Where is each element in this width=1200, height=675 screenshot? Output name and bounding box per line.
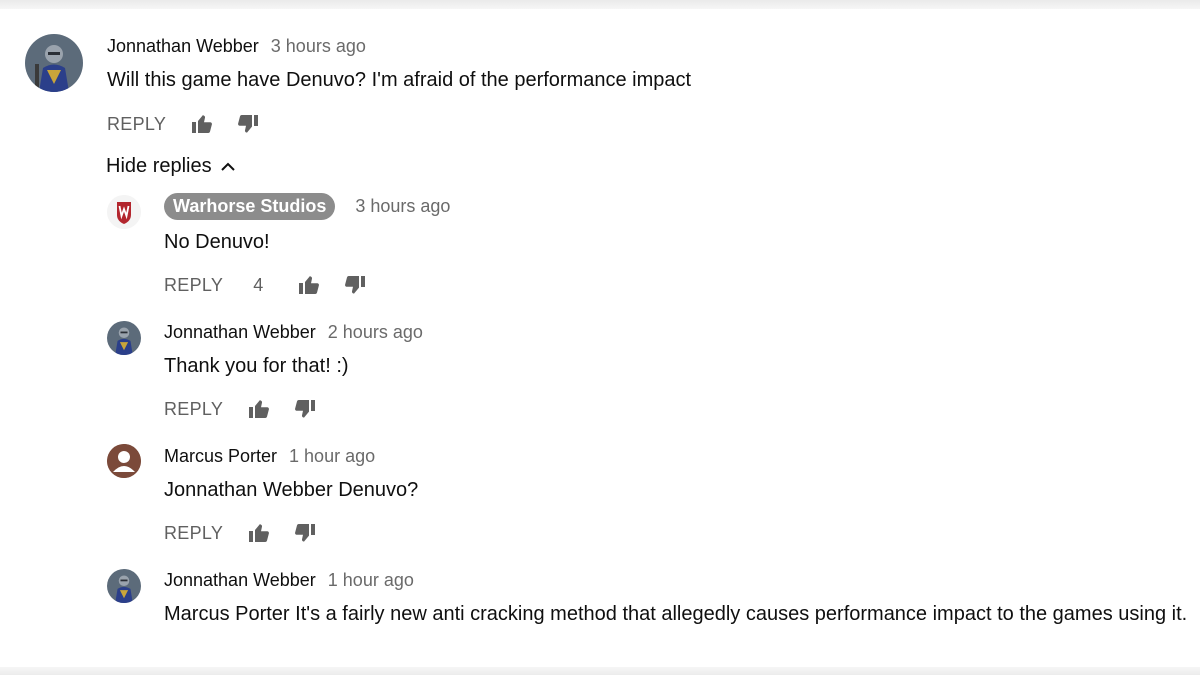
- comment-actions: REPLY: [107, 112, 260, 136]
- comment-header: Jonnathan Webber 3 hours ago: [107, 36, 366, 57]
- bottom-divider: [0, 667, 1200, 675]
- warhorse-logo-avatar[interactable]: [107, 195, 141, 229]
- top-divider: [0, 0, 1200, 9]
- knight-avatar[interactable]: [107, 321, 141, 355]
- thumbs-up-icon[interactable]: [247, 397, 271, 421]
- reply-text: Thank you for that! :): [164, 355, 349, 377]
- timestamp[interactable]: 3 hours ago: [271, 36, 366, 57]
- reply-actions: REPLY: [164, 397, 317, 421]
- thumbs-up-icon[interactable]: [297, 273, 321, 297]
- timestamp[interactable]: 2 hours ago: [328, 322, 423, 343]
- thumbs-down-icon[interactable]: [236, 112, 260, 136]
- thumbs-up-icon[interactable]: [247, 521, 271, 545]
- reply-header: Warhorse Studios 3 hours ago: [164, 193, 450, 220]
- thumbs-down-icon[interactable]: [293, 397, 317, 421]
- reply-text: Marcus Porter It's a fairly new anti cra…: [164, 603, 1188, 625]
- chevron-up-icon: [220, 162, 235, 171]
- author-name[interactable]: Marcus Porter: [164, 446, 277, 467]
- hide-replies-button[interactable]: Hide replies: [106, 155, 236, 178]
- reply-text: Jonnathan Webber Denuvo?: [164, 479, 419, 501]
- reply-header: Marcus Porter 1 hour ago: [164, 446, 375, 467]
- knight-avatar[interactable]: [107, 569, 141, 603]
- knight-avatar[interactable]: [25, 34, 83, 92]
- like-count: 4: [253, 274, 264, 295]
- reply-header: Jonnathan Webber 1 hour ago: [164, 570, 414, 591]
- thumbs-down-icon[interactable]: [293, 521, 317, 545]
- timestamp[interactable]: 1 hour ago: [289, 446, 375, 467]
- reply-button[interactable]: REPLY: [107, 114, 166, 135]
- default-user-avatar[interactable]: [107, 444, 141, 478]
- comment-text: Will this game have Denuvo? I'm afraid o…: [107, 69, 692, 91]
- reply-actions: REPLY 4: [164, 273, 367, 297]
- channel-owner-badge[interactable]: Warhorse Studios: [164, 193, 336, 220]
- timestamp[interactable]: 3 hours ago: [355, 196, 450, 217]
- reply-button[interactable]: REPLY: [164, 523, 223, 544]
- timestamp[interactable]: 1 hour ago: [328, 570, 414, 591]
- reply-button[interactable]: REPLY: [164, 275, 223, 296]
- author-name[interactable]: Jonnathan Webber: [107, 36, 259, 57]
- reply-actions: REPLY: [164, 521, 317, 545]
- reply-header: Jonnathan Webber 2 hours ago: [164, 322, 423, 343]
- reply-button[interactable]: REPLY: [164, 399, 223, 420]
- thumbs-down-icon[interactable]: [343, 273, 367, 297]
- thumbs-up-icon[interactable]: [190, 112, 214, 136]
- reply-text: No Denuvo!: [164, 231, 270, 253]
- author-name[interactable]: Jonnathan Webber: [164, 570, 316, 591]
- author-name[interactable]: Jonnathan Webber: [164, 322, 316, 343]
- hide-replies-label: Hide replies: [106, 155, 212, 177]
